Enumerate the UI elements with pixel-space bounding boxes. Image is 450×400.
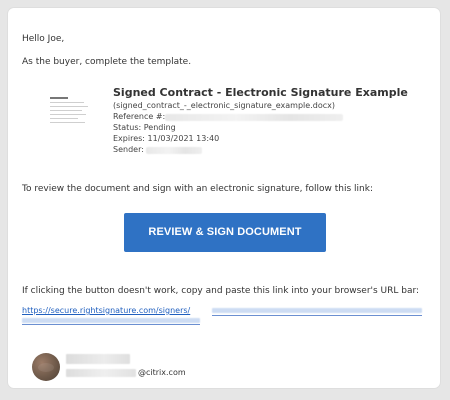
greeting-text: Hello Joe, [22, 34, 65, 44]
thumbnail-line [50, 122, 85, 123]
link-redacted-segment [212, 308, 422, 313]
document-status: Status: Pending [113, 123, 176, 132]
document-expires: Expires: 11/03/2021 13:40 [113, 134, 220, 143]
link-underline [212, 315, 422, 316]
reference-value-redacted [165, 114, 343, 121]
link-redacted-segment [22, 318, 200, 323]
thumbnail-line [50, 102, 84, 103]
fallback-text: If clicking the button doesn't work, cop… [22, 286, 420, 296]
document-title: Signed Contract - Electronic Signature E… [113, 86, 408, 99]
document-reference-row: Reference #: - [113, 112, 343, 122]
signature-email-redacted [66, 369, 136, 377]
document-filename: (signed_contract_-_electronic_signature_… [113, 101, 335, 110]
link-underline [22, 324, 200, 325]
document-sender-row: Sender: [113, 145, 202, 155]
thumbnail-line [50, 110, 82, 111]
thumbnail-line [50, 118, 78, 119]
email-card: Hello Joe, As the buyer, complete the te… [8, 8, 440, 388]
sender-value-redacted [146, 147, 202, 154]
intro-text: As the buyer, complete the template. [22, 57, 192, 67]
document-thumbnail-icon [42, 92, 102, 134]
avatar-icon [32, 353, 60, 381]
signature-domain: @citrix.com [138, 368, 186, 377]
signing-link-row: https://secure.rightsignature.com/signer… [22, 306, 432, 326]
review-sign-document-button[interactable]: REVIEW & SIGN DOCUMENT [124, 213, 326, 252]
sender-label: Sender: [113, 145, 144, 154]
signature-name-redacted [66, 354, 130, 364]
thumbnail-line [50, 106, 88, 107]
instruction-text: To review the document and sign with an … [22, 184, 373, 194]
signing-link[interactable]: https://secure.rightsignature.com/signer… [22, 306, 190, 316]
thumbnail-line [50, 114, 86, 115]
reference-label: Reference #: - [113, 112, 171, 121]
thumbnail-title-line [50, 97, 68, 99]
